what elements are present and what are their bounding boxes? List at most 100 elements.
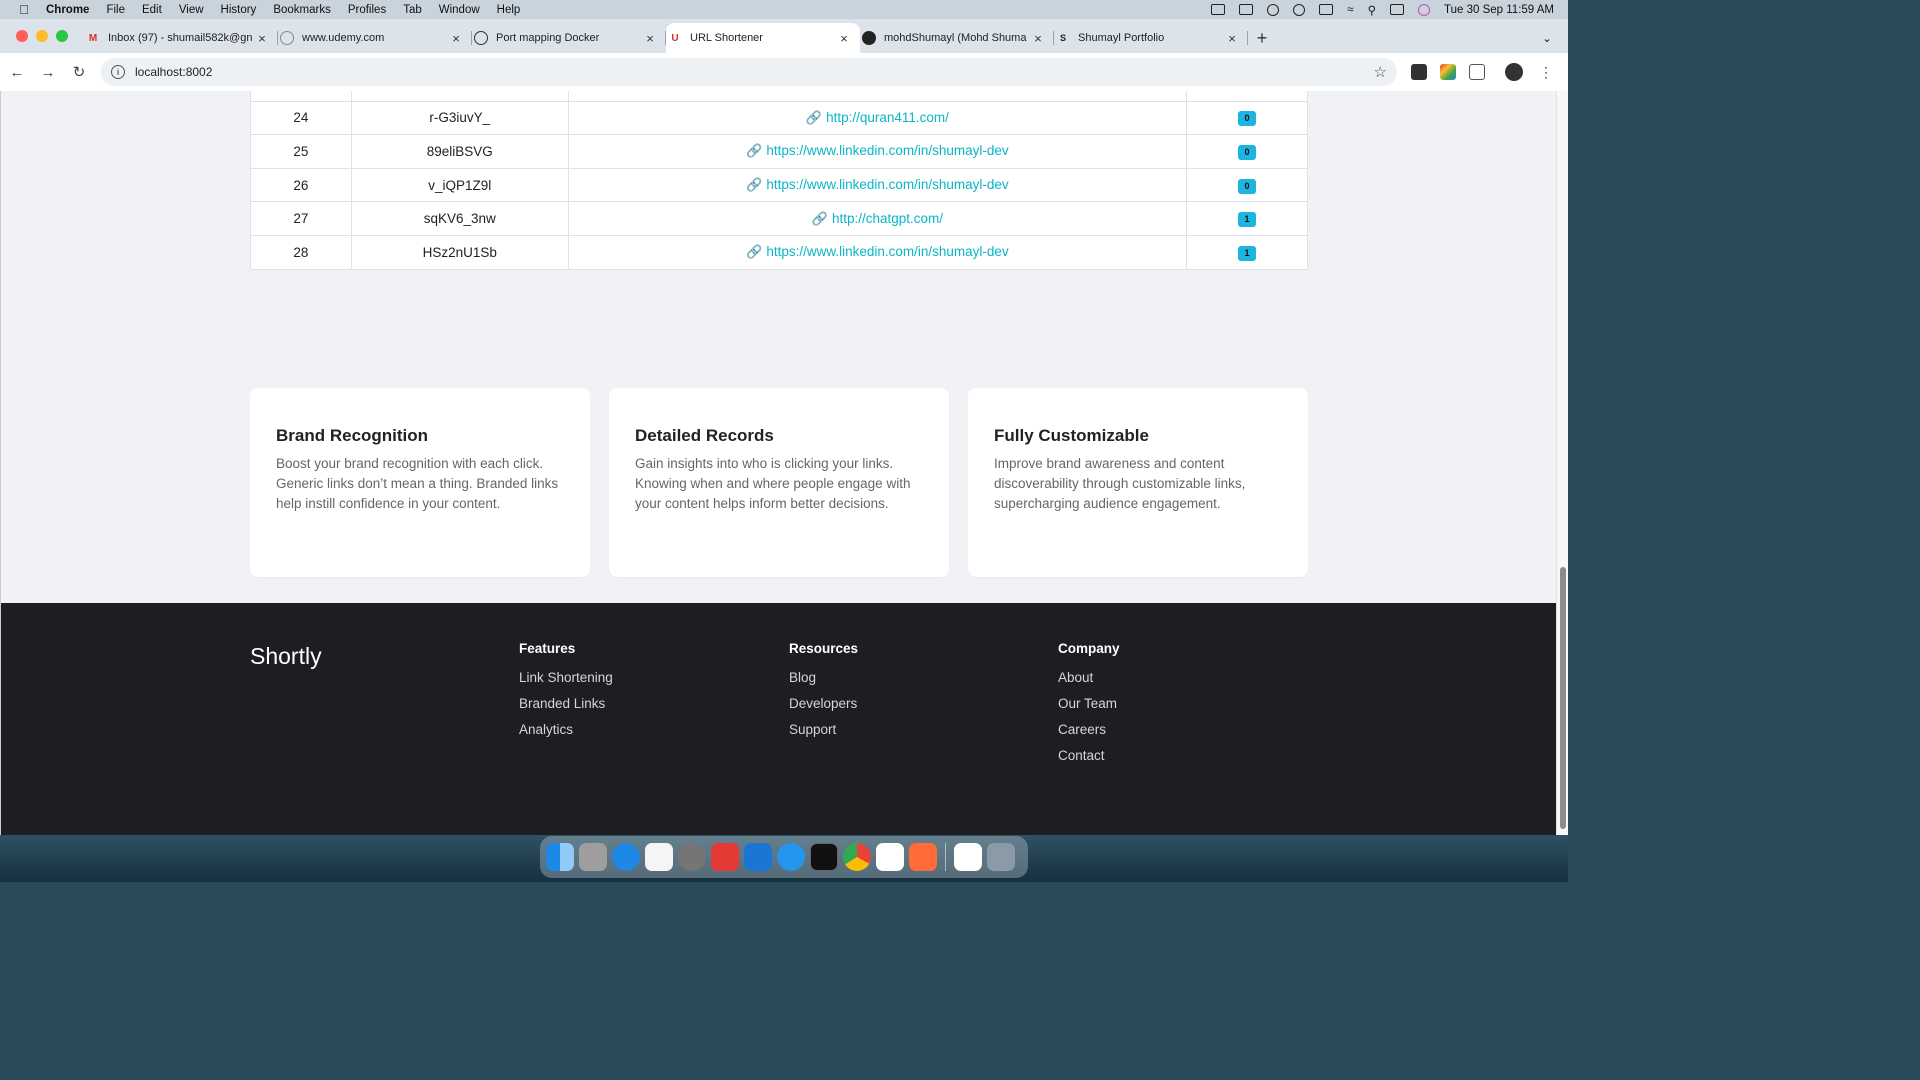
- menu-tab[interactable]: Tab: [403, 4, 422, 16]
- close-tab-icon[interactable]: ×: [836, 31, 852, 46]
- chevron-down-icon: ⌄: [1542, 32, 1552, 45]
- original-url-link[interactable]: https://www.linkedin.com/in/shumayl-dev: [766, 244, 1008, 259]
- feature-text: Improve brand awareness and content disc…: [994, 456, 1246, 511]
- minimize-window-button[interactable]: [36, 30, 48, 42]
- row-short-code: r-G3iuvY_: [350, 100, 569, 136]
- footer-link-our-team[interactable]: Our Team: [1058, 696, 1120, 712]
- url-text[interactable]: localhost:8002: [135, 65, 212, 79]
- tab-url-shortener[interactable]: U URL Shortener ×: [666, 23, 860, 53]
- puzzle-icon[interactable]: [1469, 64, 1485, 80]
- row-id: 27: [250, 201, 352, 236]
- battery-icon[interactable]: [1319, 4, 1334, 15]
- play-icon[interactable]: [1267, 3, 1280, 16]
- magnet-icon[interactable]: [954, 843, 982, 871]
- footer-link-link-shortening[interactable]: Link Shortening: [519, 670, 613, 686]
- table-row: [250, 91, 1308, 102]
- tab-github[interactable]: mohdShumayl (Mohd Shuma ×: [860, 23, 1054, 53]
- clicks-badge: 0: [1238, 178, 1257, 194]
- close-tab-icon[interactable]: ×: [1224, 31, 1240, 46]
- tab-label: mohdShumayl (Mohd Shuma: [884, 32, 1027, 44]
- settings-icon[interactable]: [678, 843, 706, 871]
- apple-menu-icon[interactable]: : [16, 2, 32, 17]
- footer-link-contact[interactable]: Contact: [1058, 748, 1120, 764]
- close-tab-icon[interactable]: ×: [254, 31, 270, 46]
- chrome-icon[interactable]: [843, 843, 871, 871]
- trash-icon[interactable]: [987, 843, 1015, 871]
- textedit-icon[interactable]: [645, 843, 673, 871]
- menu-window[interactable]: Window: [439, 4, 480, 16]
- tab-search-button[interactable]: ⌄: [1536, 27, 1558, 49]
- profile-avatar[interactable]: [1505, 63, 1523, 81]
- address-bar[interactable]: i localhost:8002 ☆: [101, 58, 1397, 86]
- extension-icon[interactable]: [1411, 64, 1427, 80]
- wifi-icon[interactable]: ≈: [1347, 4, 1353, 16]
- menu-history[interactable]: History: [221, 4, 257, 16]
- tab-port-mapping[interactable]: Port mapping Docker ×: [472, 23, 666, 53]
- menu-profiles[interactable]: Profiles: [348, 4, 386, 16]
- siri-icon[interactable]: [1418, 3, 1431, 16]
- headphones-icon[interactable]: [1293, 3, 1306, 16]
- feature-title: Brand Recognition: [276, 426, 429, 445]
- close-tab-icon[interactable]: ×: [448, 31, 464, 46]
- site-footer: Shortly Features Link Shortening Branded…: [1, 603, 1557, 835]
- control-center-icon[interactable]: [1390, 4, 1405, 15]
- page-scrollbar[interactable]: [1556, 91, 1568, 835]
- star-icon[interactable]: ☆: [1374, 63, 1387, 81]
- launchpad-icon[interactable]: [579, 843, 607, 871]
- forward-button[interactable]: →: [34, 58, 62, 86]
- terminal-icon[interactable]: [810, 843, 838, 871]
- tab-udemy[interactable]: www.udemy.com ×: [278, 23, 472, 53]
- new-tab-button[interactable]: +: [1248, 23, 1276, 53]
- close-tab-icon[interactable]: ×: [642, 31, 658, 46]
- original-url-link[interactable]: https://www.linkedin.com/in/shumayl-dev: [766, 143, 1008, 158]
- postman-icon[interactable]: [909, 843, 937, 871]
- menu-clock[interactable]: Tue 30 Sep 11:59 AM: [1444, 4, 1554, 16]
- menu-view[interactable]: View: [179, 4, 204, 16]
- row-short-code: v_iQP1Z9l: [350, 167, 569, 203]
- scrollbar-thumb[interactable]: [1560, 567, 1566, 829]
- reload-button[interactable]: ↻: [65, 58, 93, 86]
- footer-link-careers[interactable]: Careers: [1058, 722, 1120, 738]
- close-tab-icon[interactable]: ×: [1030, 31, 1046, 46]
- feature-card-brand-recognition: Brand Recognition Boost your brand recog…: [250, 388, 590, 577]
- fullscreen-window-button[interactable]: [56, 30, 68, 42]
- tab-gmail[interactable]: M Inbox (97) - shumail582k@gn ×: [84, 23, 278, 53]
- original-url-link[interactable]: https://www.linkedin.com/in/shumayl-dev: [766, 177, 1008, 192]
- menu-file[interactable]: File: [106, 4, 125, 16]
- safari-icon[interactable]: [612, 843, 640, 871]
- display-icon[interactable]: [1239, 4, 1254, 15]
- finder-icon[interactable]: [546, 843, 574, 871]
- anydesk-icon[interactable]: [711, 843, 739, 871]
- link-icon: 🔗: [746, 143, 763, 159]
- close-window-button[interactable]: [16, 30, 28, 42]
- tab-label: URL Shortener: [690, 32, 763, 44]
- footer-link-support[interactable]: Support: [789, 722, 858, 738]
- row-original-url: 🔗 https://www.linkedin.com/in/shumayl-dev: [567, 167, 1188, 203]
- table-row: 26 v_iQP1Z9l 🔗 https://www.linkedin.com/in/…: [250, 167, 1308, 203]
- footer-link-blog[interactable]: Blog: [789, 670, 858, 686]
- menu-bookmarks[interactable]: Bookmarks: [273, 4, 331, 16]
- back-button[interactable]: ←: [3, 58, 31, 86]
- original-url-link[interactable]: http://chatgpt.com/: [832, 211, 943, 226]
- color-picker-extension-icon[interactable]: [1440, 64, 1456, 80]
- menu-help[interactable]: Help: [497, 4, 521, 16]
- portfolio-icon: S: [1059, 33, 1066, 43]
- footer-link-about[interactable]: About: [1058, 670, 1120, 686]
- row-id: 25: [250, 134, 352, 169]
- tab-portfolio[interactable]: S Shumayl Portfolio ×: [1054, 23, 1248, 53]
- menu-chrome[interactable]: Chrome: [46, 4, 89, 16]
- footer-link-branded-links[interactable]: Branded Links: [519, 696, 613, 712]
- vscode-icon[interactable]: [876, 843, 904, 871]
- footer-brand[interactable]: Shortly: [250, 643, 322, 670]
- dock-separator: [945, 843, 946, 871]
- docker-icon[interactable]: [1211, 4, 1226, 15]
- footer-link-analytics[interactable]: Analytics: [519, 722, 613, 738]
- spotlight-icon[interactable]: ⚲: [1368, 3, 1376, 17]
- xcode-icon[interactable]: [744, 843, 772, 871]
- original-url-link[interactable]: http://quran411.com/: [826, 110, 949, 125]
- site-info-icon[interactable]: i: [111, 65, 125, 79]
- footer-link-developers[interactable]: Developers: [789, 696, 858, 712]
- kebab-menu-icon[interactable]: ⋮: [1539, 64, 1553, 80]
- menu-edit[interactable]: Edit: [142, 4, 162, 16]
- docker-icon[interactable]: [777, 843, 805, 871]
